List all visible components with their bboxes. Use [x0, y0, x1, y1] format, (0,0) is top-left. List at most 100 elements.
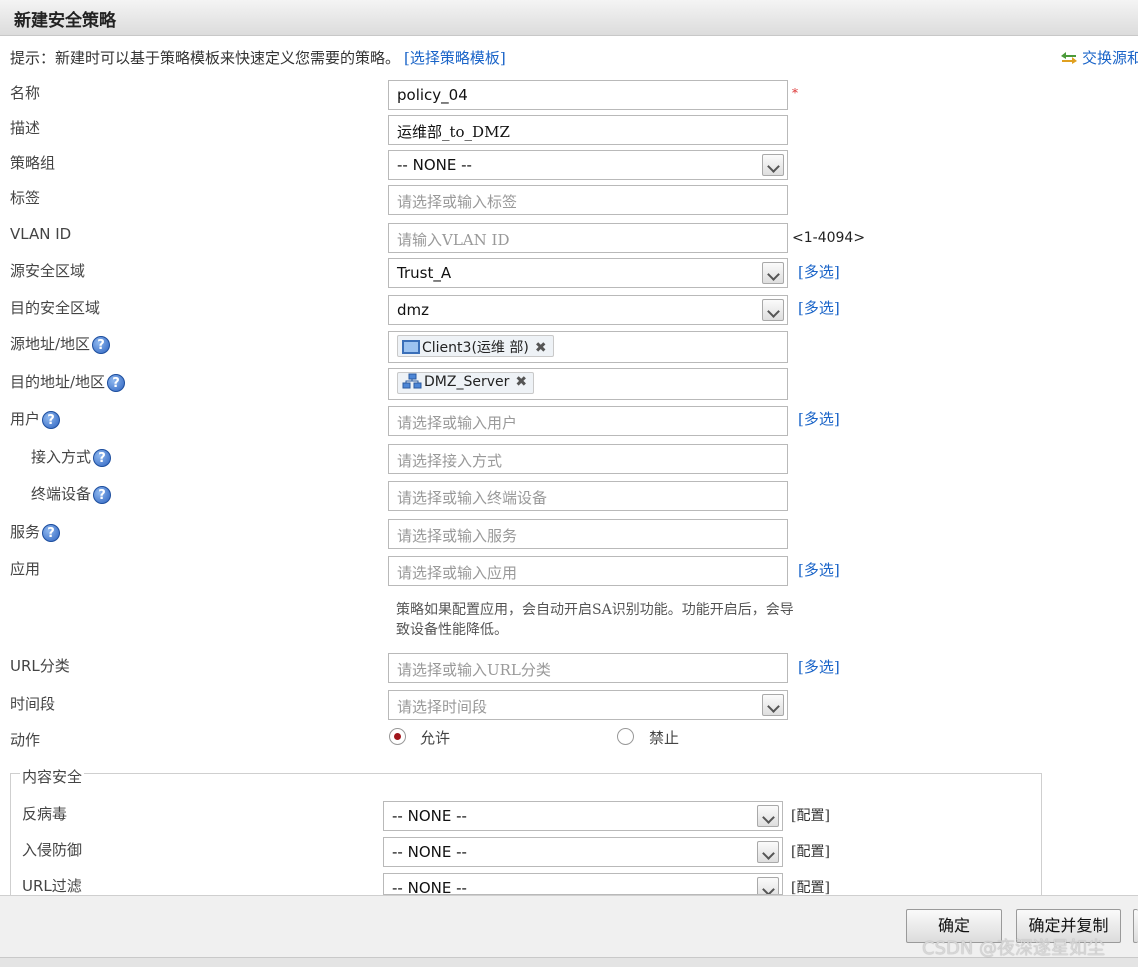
allow-label: 允许 — [420, 729, 451, 747]
description-label: 描述 — [10, 119, 41, 137]
src-addr-tag-text: Client3(运维 部) — [422, 340, 529, 356]
dst-addr-label-wrap: 目的地址/地区? — [10, 371, 126, 392]
required-mark: * — [792, 86, 798, 100]
dialog-titlebar: 新建安全策略 — [0, 0, 1138, 36]
src-addr-tag: Client3(运维 部) ✖ — [397, 335, 554, 357]
allow-radio[interactable] — [389, 728, 406, 745]
deny-radio[interactable] — [617, 728, 634, 745]
dialog-title: 新建安全策略 — [14, 11, 116, 31]
dst-zone-label: 目的安全区域 — [10, 299, 101, 317]
ips-select[interactable]: -- NONE -- — [383, 837, 783, 867]
chevron-down-icon[interactable] — [762, 694, 784, 716]
deny-label: 禁止 — [649, 729, 680, 747]
watermark: CSDN @夜深遂星如尘 — [922, 938, 1106, 959]
hint-text: 提示：新建时可以基于策略模板来快速定义您需要的策略。 — [10, 49, 401, 67]
dst-addr-input[interactable]: DMZ_Server ✖ — [388, 368, 788, 400]
antivirus-value: -- NONE -- — [392, 807, 467, 825]
service-label: 服务 — [10, 523, 41, 541]
src-zone-label: 源安全区域 — [10, 262, 86, 280]
time-range-placeholder: 请选择时间段 — [397, 698, 488, 716]
chevron-down-icon[interactable] — [757, 841, 779, 863]
dst-zone-select[interactable]: dmz — [388, 295, 788, 325]
service-label-wrap: 服务? — [10, 521, 61, 542]
service-input[interactable]: 请选择或输入服务 — [388, 519, 788, 549]
policy-group-select[interactable]: -- NONE -- — [388, 150, 788, 180]
url-filter-value: -- NONE -- — [392, 879, 467, 895]
chevron-down-icon[interactable] — [762, 154, 784, 176]
dst-addr-tag: DMZ_Server ✖ — [397, 372, 535, 394]
help-icon[interactable]: ? — [42, 524, 61, 542]
help-icon[interactable]: ? — [93, 486, 112, 504]
dst-zone-multi-link[interactable]: [多选] — [798, 297, 840, 318]
content-security-legend: 内容安全 — [20, 766, 85, 787]
access-method-label: 接入方式 — [31, 448, 92, 466]
url-category-label: URL分类 — [10, 657, 70, 675]
chevron-down-icon[interactable] — [762, 262, 784, 284]
computer-icon — [402, 340, 420, 354]
application-multi-link[interactable]: [多选] — [798, 559, 840, 580]
user-input[interactable]: 请选择或输入用户 — [388, 406, 788, 436]
policy-group-label: 策略组 — [10, 154, 56, 172]
description-input[interactable]: 运维部_to_DMZ — [388, 115, 788, 145]
action-label: 动作 — [10, 731, 41, 749]
terminal-label: 终端设备 — [31, 485, 92, 503]
swap-icon — [1061, 52, 1077, 64]
tags-input[interactable]: 请选择或输入标签 — [388, 185, 788, 215]
src-zone-select[interactable]: Trust_A — [388, 258, 788, 288]
url-filter-select[interactable]: -- NONE -- — [383, 873, 783, 895]
remove-tag-icon[interactable]: ✖ — [515, 374, 527, 390]
network-icon — [402, 373, 422, 389]
application-label: 应用 — [10, 560, 41, 578]
swap-link[interactable]: 交换源和 — [1060, 47, 1138, 68]
help-icon[interactable]: ? — [107, 374, 126, 392]
chevron-down-icon[interactable] — [757, 805, 779, 827]
src-addr-label-wrap: 源地址/地区? — [10, 333, 111, 354]
ips-value: -- NONE -- — [392, 843, 467, 861]
url-filter-config-link[interactable]: [配置] — [791, 877, 830, 895]
vlan-id-input[interactable]: 请输入VLAN ID — [388, 223, 788, 253]
url-category-input[interactable]: 请选择或输入URL分类 — [388, 653, 788, 683]
src-addr-label: 源地址/地区 — [10, 335, 91, 353]
time-range-label: 时间段 — [10, 695, 56, 713]
select-template-link[interactable]: [选择策略模板] — [404, 49, 506, 67]
src-zone-multi-link[interactable]: [多选] — [798, 261, 840, 282]
ips-label: 入侵防御 — [22, 841, 83, 859]
description-value: 运维部_to_DMZ — [397, 123, 510, 141]
dst-addr-label: 目的地址/地区 — [10, 373, 106, 391]
src-addr-input[interactable]: Client3(运维 部) ✖ — [388, 331, 788, 363]
help-icon[interactable]: ? — [93, 449, 112, 467]
antivirus-label: 反病毒 — [22, 805, 68, 823]
name-input[interactable]: policy_04 — [388, 80, 788, 110]
chevron-down-icon[interactable] — [762, 299, 784, 321]
access-method-label-wrap: 接入方式? — [31, 446, 112, 467]
application-note: 策略如果配置应用，会自动开启SA识别功能。功能开启后，会导致设备性能降低。 — [396, 602, 794, 638]
src-zone-value: Trust_A — [397, 264, 452, 282]
policy-group-value: -- NONE -- — [397, 156, 472, 174]
more-button[interactable] — [1133, 909, 1138, 943]
url-category-multi-link[interactable]: [多选] — [798, 656, 840, 677]
chevron-down-icon[interactable] — [757, 877, 779, 894]
user-label: 用户 — [10, 410, 41, 428]
user-label-wrap: 用户? — [10, 408, 61, 429]
terminal-input[interactable]: 请选择或输入终端设备 — [388, 481, 788, 511]
hint-line: 提示：新建时可以基于策略模板来快速定义您需要的策略。 [选择策略模板] — [10, 47, 506, 68]
antivirus-config-link[interactable]: [配置] — [791, 805, 830, 825]
help-icon[interactable]: ? — [92, 336, 111, 354]
antivirus-select[interactable]: -- NONE -- — [383, 801, 783, 831]
tags-label: 标签 — [10, 189, 41, 207]
url-filter-label: URL过滤 — [22, 877, 82, 895]
access-method-input[interactable]: 请选择接入方式 — [388, 444, 788, 474]
time-range-select[interactable]: 请选择时间段 — [388, 690, 788, 720]
name-label: 名称 — [10, 84, 41, 102]
swap-label: 交换源和 — [1082, 49, 1138, 67]
ips-config-link[interactable]: [配置] — [791, 841, 830, 861]
dst-zone-value: dmz — [397, 301, 430, 319]
terminal-label-wrap: 终端设备? — [31, 483, 112, 504]
remove-tag-icon[interactable]: ✖ — [535, 340, 547, 356]
vlan-range-hint: <1-4094> — [792, 230, 866, 246]
application-input[interactable]: 请选择或输入应用 — [388, 556, 788, 586]
dst-addr-tag-text: DMZ_Server — [424, 374, 510, 390]
user-multi-link[interactable]: [多选] — [798, 408, 840, 429]
help-icon[interactable]: ? — [42, 411, 61, 429]
vlan-id-label: VLAN ID — [10, 225, 72, 243]
